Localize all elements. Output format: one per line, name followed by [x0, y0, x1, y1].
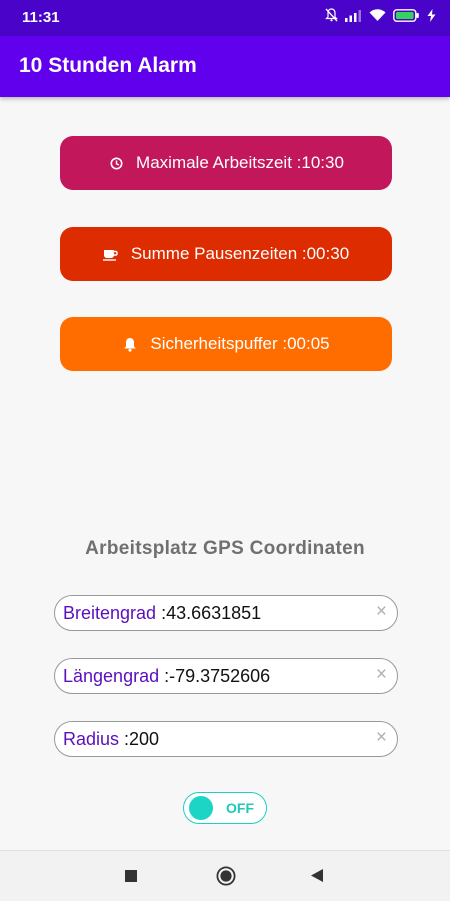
status-icons: [325, 8, 436, 22]
app-title: 10 Stunden Alarm: [19, 54, 197, 77]
radius-value: :200: [119, 729, 160, 749]
toggle-knob: [189, 796, 213, 820]
mute-bell-icon: [325, 8, 338, 22]
coffee-cup-icon: [102, 246, 119, 262]
status-time: 11:31: [22, 9, 60, 26]
breitengrad-value: :43.6631851: [156, 603, 262, 623]
max-arbeitszeit-button[interactable]: Maximale Arbeitszeit :10:30: [60, 136, 392, 190]
clear-icon[interactable]: ×: [376, 601, 387, 623]
radius-label: Radius: [63, 729, 120, 749]
sicherheitspuffer-label: Sicherheitspuffer :00:05: [150, 334, 330, 353]
app-bar: 10 Stunden Alarm: [0, 36, 450, 97]
laengengrad-text: Längengrad :-79.3752606: [63, 666, 270, 687]
clear-icon[interactable]: ×: [376, 727, 387, 749]
gps-toggle[interactable]: OFF: [183, 792, 267, 824]
laengengrad-field[interactable]: Längengrad :-79.3752606 ×: [54, 658, 398, 694]
back-icon[interactable]: [310, 868, 324, 883]
pausenzeiten-label: Summe Pausenzeiten :00:30: [130, 244, 350, 263]
sicherheitspuffer-button[interactable]: Sicherheitspuffer :00:05: [60, 317, 392, 371]
breitengrad-label: Breitengrad: [63, 603, 157, 623]
wifi-icon: [369, 8, 386, 21]
toggle-label: OFF: [226, 800, 254, 816]
breitengrad-field[interactable]: Breitengrad :43.6631851 ×: [54, 595, 398, 631]
recents-icon[interactable]: [125, 870, 137, 882]
radius-text: Radius :200: [63, 729, 159, 750]
navigation-bar: [0, 850, 450, 901]
signal-icon: [345, 9, 361, 22]
pausenzeiten-button[interactable]: Summe Pausenzeiten :00:30: [60, 227, 392, 281]
radius-field[interactable]: Radius :200 ×: [54, 721, 398, 757]
gps-heading: Arbeitsplatz GPS Coordinaten: [85, 538, 365, 559]
clear-icon[interactable]: ×: [376, 664, 387, 686]
home-icon[interactable]: [216, 866, 236, 886]
charging-icon: [427, 8, 436, 22]
breitengrad-text: Breitengrad :43.6631851: [63, 603, 261, 624]
laengengrad-value: :-79.3752606: [159, 666, 271, 686]
laengengrad-label: Längengrad: [63, 666, 160, 686]
battery-icon: [393, 8, 419, 22]
max-arbeitszeit-label: Maximale Arbeitszeit :10:30: [136, 153, 344, 172]
clock-icon: [108, 155, 124, 171]
bell-icon: [122, 336, 138, 352]
status-bar: 11:31: [0, 0, 450, 36]
